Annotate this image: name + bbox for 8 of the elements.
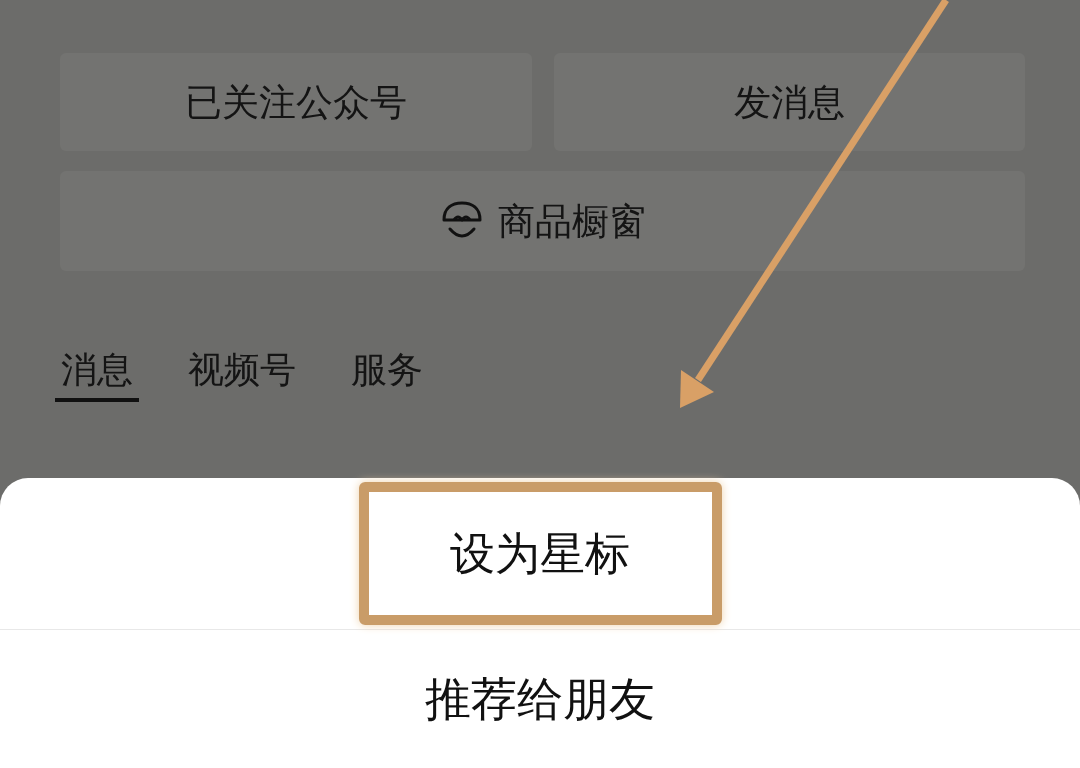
- tab[interactable]: 视频号: [182, 350, 302, 402]
- action-button[interactable]: 已关注公众号: [60, 53, 532, 151]
- sheet-menu-item[interactable]: 推荐给朋友: [425, 676, 655, 722]
- tab[interactable]: 服务: [345, 350, 429, 402]
- sheet-menu-item[interactable]: 设为星标: [450, 531, 630, 576]
- shop-window-button[interactable]: 商品橱窗: [60, 171, 1025, 271]
- tab[interactable]: 消息: [55, 350, 139, 402]
- action-button[interactable]: 发消息: [553, 53, 1025, 151]
